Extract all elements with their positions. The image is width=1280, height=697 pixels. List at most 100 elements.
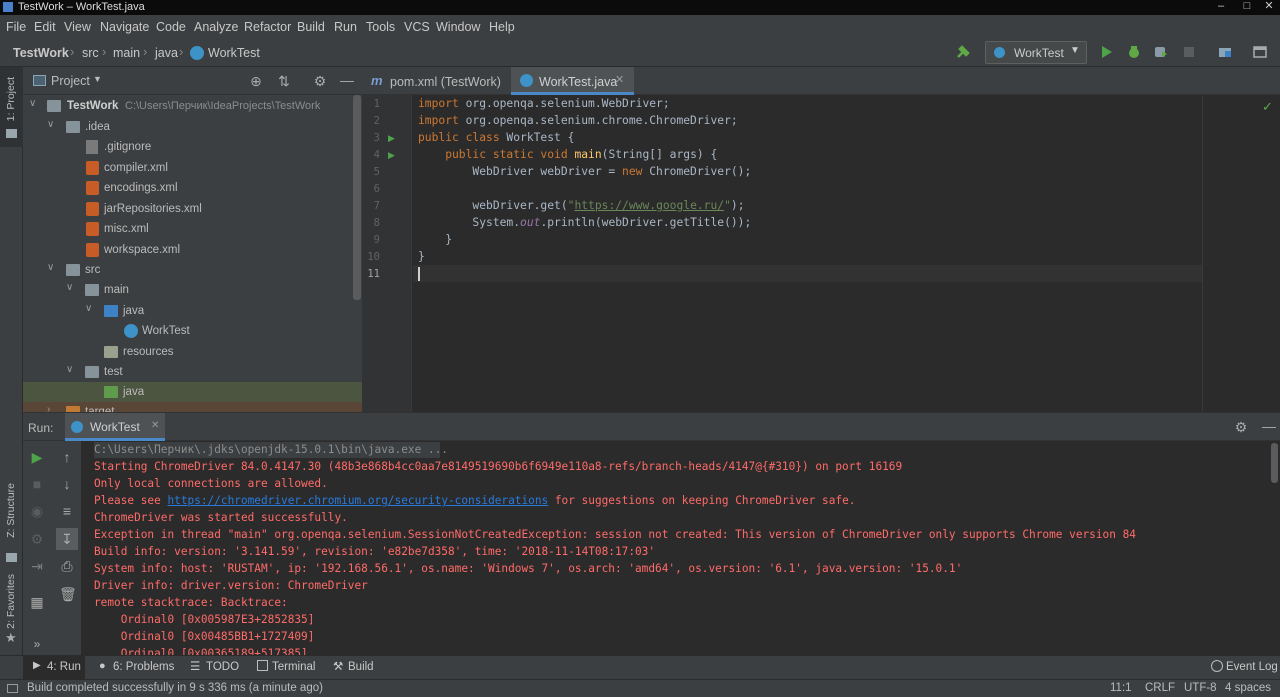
chevron-right-icon[interactable]: › <box>47 404 50 412</box>
tree-item-resources[interactable]: resources <box>23 342 362 362</box>
search-everywhere-icon[interactable] <box>1253 45 1267 59</box>
tree-item-misc-xml[interactable]: misc.xml <box>23 219 362 239</box>
close-icon[interactable]: ✕ <box>1258 0 1280 14</box>
console-command[interactable]: C:\Users\Перчик\.jdks\openjdk-15.0.1\bin… <box>94 443 448 456</box>
tree-item-test[interactable]: ∨ test <box>23 362 362 382</box>
run-gutter-icon[interactable]: ▶ <box>388 133 395 144</box>
menu-refactor[interactable]: Refactor <box>244 20 291 34</box>
chevron-down-icon[interactable]: ▼ <box>93 74 102 84</box>
debug-icon[interactable] <box>1127 45 1141 59</box>
line-separator[interactable]: CRLF <box>1145 682 1175 694</box>
run-gutter-icon[interactable]: ▶ <box>388 150 395 161</box>
settings-icon[interactable]: ⚙ <box>29 531 45 547</box>
run-icon[interactable] <box>1100 45 1114 59</box>
rerun-icon[interactable]: ▶ <box>29 449 45 465</box>
minimize-icon[interactable]: – <box>1210 0 1232 14</box>
chevron-down-icon[interactable]: ∨ <box>85 303 92 314</box>
structure-tool-tab[interactable]: Z: Structure <box>0 477 23 567</box>
soft-wrap-icon[interactable]: ≡ <box>59 503 75 519</box>
more-icon[interactable]: » <box>29 636 45 652</box>
trash-icon[interactable]: 🗑 <box>59 586 77 602</box>
menu-code[interactable]: Code <box>156 20 186 34</box>
locate-file-icon[interactable]: ⊕ <box>248 73 264 89</box>
tree-item-gitignore[interactable]: .gitignore <box>23 137 362 157</box>
menu-build[interactable]: Build <box>297 20 325 34</box>
breadcrumb-java[interactable]: java <box>155 46 178 60</box>
tree-item-idea[interactable]: ∨ .idea <box>23 117 362 137</box>
menu-analyze[interactable]: Analyze <box>194 20 238 34</box>
status-message[interactable]: Build completed successfully in 9 s 336 … <box>27 682 323 694</box>
arrow-down-icon[interactable]: ↓ <box>59 476 75 492</box>
console-output[interactable]: C:\Users\Перчик\.jdks\openjdk-15.0.1\bin… <box>81 441 1280 655</box>
layout-icon[interactable]: ▦ <box>29 594 45 610</box>
tree-item-main[interactable]: ∨ main <box>23 280 362 300</box>
tool-tab-run[interactable]: ▶ 4: Run <box>23 656 85 679</box>
build-hammer-icon[interactable] <box>956 45 970 59</box>
breadcrumb-src[interactable]: src <box>82 46 99 60</box>
favorites-tool-tab[interactable]: 2: Favorites ★ <box>0 572 23 652</box>
tab-pom-xml[interactable]: m pom.xml (TestWork) <box>362 67 510 95</box>
run-configuration-dropdown[interactable]: WorkTest ▼ <box>985 41 1087 64</box>
tree-item-target[interactable]: › target <box>23 402 362 412</box>
tab-worktest-java[interactable]: WorkTest.java ✕ <box>511 67 634 95</box>
project-tool-tab[interactable]: 1: Project <box>0 67 23 147</box>
tool-tab-todo[interactable]: ☰ TODO <box>188 656 240 679</box>
chevron-down-icon[interactable]: ∨ <box>66 282 73 293</box>
tree-item-compiler-xml[interactable]: compiler.xml <box>23 158 362 178</box>
tree-item-testwork[interactable]: ∨ TestWork C:\Users\Перчик\IdeaProjects\… <box>23 96 362 116</box>
chevron-down-icon[interactable]: ∨ <box>66 364 73 375</box>
gear-icon[interactable]: ⚙ <box>312 73 328 89</box>
print-icon[interactable]: ⎙ <box>59 558 75 574</box>
chevron-down-icon[interactable]: ∨ <box>29 98 36 109</box>
tree-item-encodings-xml[interactable]: encodings.xml <box>23 178 362 198</box>
coverage-icon[interactable] <box>1154 45 1168 59</box>
tool-tab-problems[interactable]: ● 6: Problems <box>95 656 175 679</box>
tree-item-main-java[interactable]: ∨ java <box>23 301 362 321</box>
breadcrumb-class[interactable]: WorkTest <box>208 46 260 60</box>
indent-setting[interactable]: 4 spaces <box>1225 682 1271 694</box>
menu-vcs[interactable]: VCS <box>404 20 430 34</box>
tool-tab-build[interactable]: ⚒ Build <box>332 656 382 679</box>
arrow-up-icon[interactable]: ↑ <box>59 449 75 465</box>
inspection-ok-icon[interactable]: ✓ <box>1262 99 1273 115</box>
console-scrollbar[interactable] <box>1271 443 1278 483</box>
toggle-tool-windows-icon[interactable] <box>7 684 18 693</box>
menu-help[interactable]: Help <box>489 20 515 34</box>
file-encoding[interactable]: UTF-8 <box>1184 682 1217 694</box>
code-editor[interactable]: 1 2 3 4 5 6 7 8 9 10 11 ▶ ▶ ✓ import org… <box>362 95 1280 412</box>
close-tab-icon[interactable]: ✕ <box>615 73 624 86</box>
tree-item-worktest[interactable]: WorkTest <box>23 321 362 341</box>
stop-icon[interactable] <box>1182 45 1196 59</box>
menu-tools[interactable]: Tools <box>366 20 395 34</box>
tool-tab-terminal[interactable]: Terminal <box>255 656 320 679</box>
exit-icon[interactable]: ⇥ <box>29 558 45 574</box>
chevron-down-icon[interactable]: ∨ <box>47 119 54 130</box>
hide-panel-icon[interactable]: — <box>1261 418 1277 434</box>
menu-navigate[interactable]: Navigate <box>100 20 149 34</box>
close-tab-icon[interactable]: ✕ <box>151 420 159 431</box>
maximize-icon[interactable]: □ <box>1236 0 1258 14</box>
tree-item-src[interactable]: ∨ src <box>23 260 362 280</box>
stop-icon[interactable]: ■ <box>29 476 45 492</box>
menu-edit[interactable]: Edit <box>34 20 56 34</box>
project-structure-icon[interactable] <box>1218 45 1232 59</box>
tree-item-test-java[interactable]: java <box>23 382 362 402</box>
hide-panel-icon[interactable]: — <box>339 72 355 88</box>
tree-item-jarrepositories-xml[interactable]: jarRepositories.xml <box>23 199 362 219</box>
camera-icon[interactable]: ◉ <box>29 503 45 519</box>
menu-view[interactable]: View <box>64 20 91 34</box>
project-panel-title[interactable]: Project <box>51 74 90 88</box>
gear-icon[interactable]: ⚙ <box>1233 419 1249 435</box>
menu-file[interactable]: File <box>6 20 26 34</box>
tool-tab-event-log[interactable]: Event Log <box>1210 656 1280 679</box>
code-url[interactable]: https://www.google.ru/ <box>574 199 724 212</box>
console-link[interactable]: https://chromedriver.chromium.org/securi… <box>167 494 548 507</box>
collapse-all-icon[interactable]: ⇅ <box>276 73 292 89</box>
caret-position[interactable]: 11:1 <box>1110 682 1132 694</box>
tree-item-workspace-xml[interactable]: workspace.xml <box>23 240 362 260</box>
chevron-down-icon[interactable]: ∨ <box>47 262 54 273</box>
breadcrumb-project[interactable]: TestWork <box>13 46 69 60</box>
run-tab-worktest[interactable]: WorkTest ✕ <box>65 413 165 441</box>
scroll-to-end-icon[interactable]: ↧ <box>56 528 78 550</box>
menu-window[interactable]: Window <box>436 20 480 34</box>
